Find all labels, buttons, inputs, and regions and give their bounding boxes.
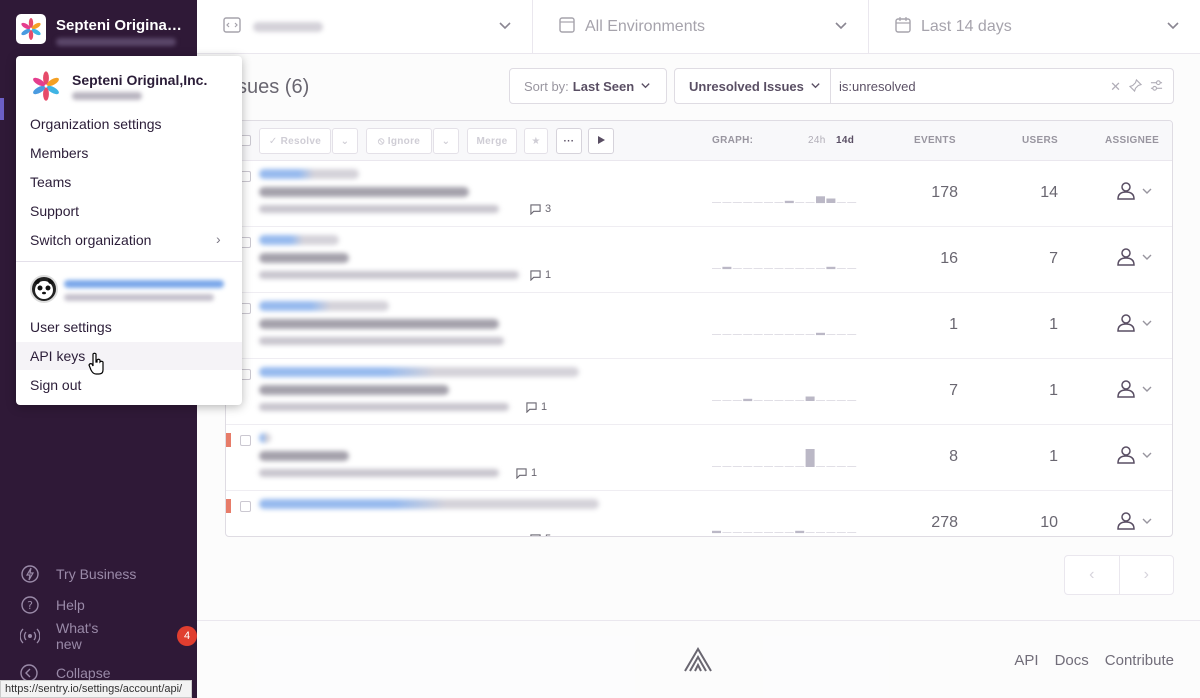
menu-item-organization-settings[interactable]: Organization settings — [30, 116, 162, 132]
sidebar-item-try-business[interactable]: Try Business — [20, 558, 197, 589]
menu-item-switch-organization[interactable]: Switch organization — [30, 232, 151, 248]
menu-item-user-settings[interactable]: User settings — [30, 319, 112, 335]
collapse-label: Collapse — [56, 665, 111, 681]
menu-divider — [16, 261, 242, 262]
sidebar-item-help[interactable]: ? Help — [20, 589, 197, 620]
lightning-icon — [20, 564, 40, 584]
menu-item-members[interactable]: Members — [30, 145, 88, 161]
org-switcher[interactable]: Septeni Original,... — [16, 14, 186, 46]
sidebar-item-label: Try Business — [56, 565, 137, 582]
sidebar-item-label: What's new — [56, 619, 99, 652]
question-icon: ? — [20, 595, 40, 615]
org-logo-icon — [16, 14, 46, 44]
menu-user-name-redacted — [64, 280, 224, 288]
menu-org-name: Septeni Original,Inc. — [72, 72, 208, 88]
svg-text:?: ? — [27, 599, 33, 612]
chevron-right-icon: › — [216, 231, 221, 247]
sidebar-item-whats-new[interactable]: What's new 4 — [20, 619, 197, 652]
menu-user-email-redacted — [64, 294, 214, 301]
sidebar-org-user-redacted — [56, 38, 176, 46]
sidebar-bottom-nav: Try Business ? Help What's new 4 — [20, 558, 197, 652]
org-dropdown-menu: Septeni Original,Inc. Organization setti… — [16, 56, 242, 405]
menu-user-header — [30, 275, 58, 303]
dropdown-backdrop[interactable] — [197, 0, 1200, 698]
notification-badge: 4 — [177, 625, 197, 646]
sidebar-org-name: Septeni Original,... — [56, 17, 186, 34]
avatar — [30, 275, 58, 303]
menu-item-sign-out[interactable]: Sign out — [30, 377, 81, 393]
broadcast-icon — [20, 626, 40, 646]
org-logo-icon — [30, 70, 62, 107]
menu-item-teams[interactable]: Teams — [30, 174, 71, 190]
sidebar-item-label: Help — [56, 596, 85, 613]
menu-item-api-keys[interactable]: API keys — [30, 348, 85, 364]
hand-pointer-icon — [88, 352, 106, 381]
menu-item-support[interactable]: Support — [30, 203, 79, 219]
active-nav-indicator — [0, 98, 4, 120]
browser-status-url: https://sentry.io/settings/account/api/ — [0, 680, 192, 698]
menu-org-header: Septeni Original,Inc. — [30, 70, 207, 107]
menu-org-projects-redacted — [72, 92, 142, 100]
